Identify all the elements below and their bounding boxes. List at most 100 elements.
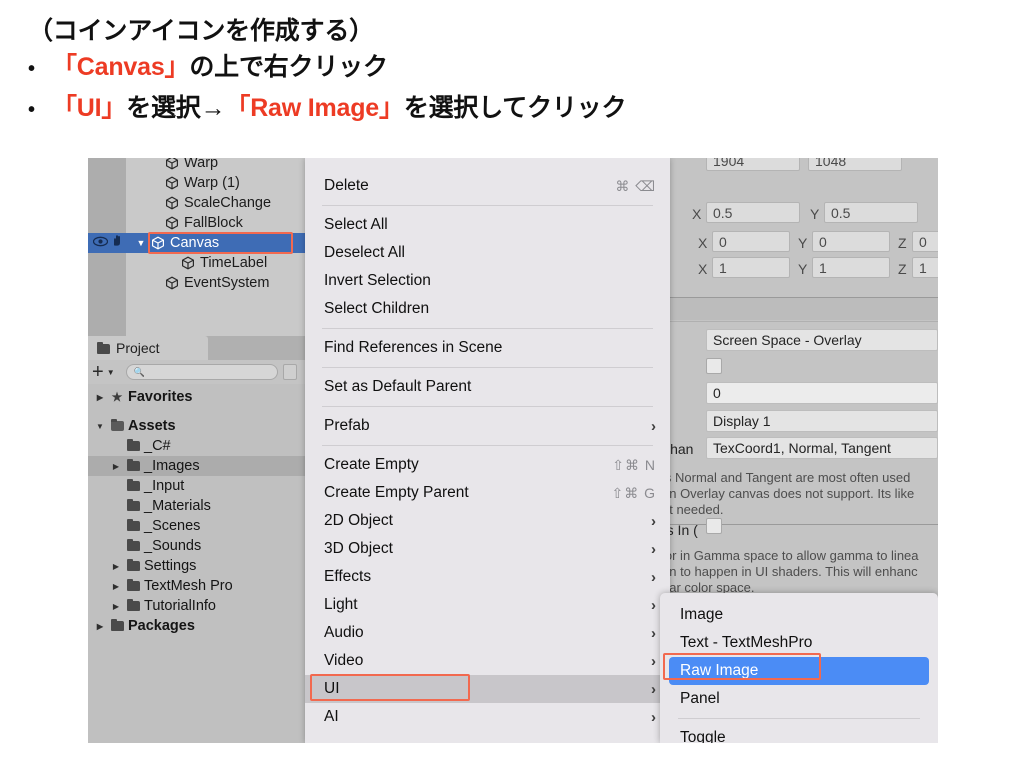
rotation-z-field[interactable]: 0 <box>912 231 938 252</box>
add-asset-button[interactable]: + <box>92 362 104 382</box>
menu-separator <box>322 205 653 206</box>
project-item-settings[interactable]: ▶ Settings <box>88 556 307 576</box>
disclosure-triangle-icon[interactable]: ▼ <box>134 238 148 248</box>
project-item-input[interactable]: _Input <box>88 476 307 496</box>
hierarchy-item-fallblock[interactable]: FallBlock <box>126 213 307 233</box>
project-item-assets[interactable]: ▼ Assets <box>88 416 307 436</box>
pivot-y-field[interactable]: 0.5 <box>824 202 918 223</box>
project-item-favorites[interactable]: ▶ ★ Favorites <box>88 387 307 407</box>
hand-icon[interactable] <box>110 234 123 252</box>
menu-separator <box>322 328 653 329</box>
project-item-sounds[interactable]: _Sounds <box>88 536 307 556</box>
scale-y-field[interactable]: 1 <box>812 257 890 278</box>
project-item-scenes[interactable]: _Scenes <box>88 516 307 536</box>
menu-item-effects[interactable]: Effects › <box>305 563 670 591</box>
menu-item-2d-object[interactable]: 2D Object › <box>305 507 670 535</box>
menu-item-ai[interactable]: AI › <box>305 703 670 731</box>
render-mode-dropdown[interactable]: Screen Space - Overlay <box>706 329 938 351</box>
chevron-down-icon[interactable]: ▼ <box>107 368 115 377</box>
rotation-y-field[interactable]: 0 <box>812 231 890 252</box>
disclosure-triangle-icon[interactable]: ▼ <box>92 422 108 431</box>
menu-item-create-empty[interactable]: Create Empty ⇧⌘ N <box>305 451 670 479</box>
project-item-materials[interactable]: _Materials <box>88 496 307 516</box>
submenu-item-label: Panel <box>680 690 720 707</box>
context-menu-items[interactable]: Delete ⌘ ⌫ Select All Deselect All Invert Se… <box>305 158 670 731</box>
chevron-right-icon: › <box>651 512 656 530</box>
search-filter-button[interactable] <box>282 364 297 380</box>
submenu-item-image[interactable]: Image <box>660 601 938 629</box>
submenu-item-panel[interactable]: Panel <box>660 685 938 713</box>
gameobject-cube-icon <box>148 236 167 250</box>
hierarchy-item-eventsystem[interactable]: EventSystem <box>126 273 307 293</box>
project-item-label: _Scenes <box>144 518 201 534</box>
project-asset-tree[interactable]: ▶ ★ Favorites ▼ Assets _C# ▶ _Images _Input _Mate… <box>88 384 307 743</box>
menu-item-invert-selection[interactable]: Invert Selection <box>305 267 670 295</box>
hierarchy-item-timelabel[interactable]: TimeLabel <box>126 253 307 273</box>
submenu-item-toggle[interactable]: Toggle <box>660 724 938 743</box>
hierarchy-item-warp[interactable]: Warp <box>126 158 307 173</box>
submenu-item-text-textmeshpro[interactable]: Text - TextMeshPro <box>660 629 938 657</box>
menu-item-set-as-default-parent[interactable]: Set as Default Parent <box>305 373 670 401</box>
submenu-item-raw-image[interactable]: Raw Image <box>669 657 929 685</box>
search-input-wrapper[interactable]: 🔍 <box>125 364 278 380</box>
menu-item-audio[interactable]: Audio › <box>305 619 670 647</box>
rect-height-field[interactable]: 1048 <box>808 158 902 171</box>
scale-z-field[interactable]: 1 <box>912 257 938 278</box>
search-input[interactable] <box>144 365 265 379</box>
menu-item-find-references-in-scene[interactable]: Find References in Scene <box>305 334 670 362</box>
project-item-images[interactable]: ▶ _Images <box>88 456 307 476</box>
disclosure-triangle-icon[interactable]: ▶ <box>92 622 108 631</box>
disclosure-triangle-icon[interactable]: ▶ <box>108 562 124 571</box>
folder-open-icon <box>108 418 126 431</box>
ui-submenu-items[interactable]: Image Text - TextMeshPro Raw Image Panel Tog… <box>660 601 938 743</box>
project-item-packages[interactable]: ▶ Packages <box>88 616 307 636</box>
scale-z-label: Z <box>898 261 907 277</box>
project-item-label: Settings <box>144 558 197 574</box>
rotation-x-field[interactable]: 0 <box>712 231 790 252</box>
gameobject-cube-icon <box>162 196 181 210</box>
rect-width-field[interactable]: 1904 <box>706 158 800 171</box>
hierarchy-row-toggles[interactable] <box>90 233 126 253</box>
target-display-dropdown[interactable]: Display 1 <box>706 410 938 432</box>
project-item-c[interactable]: _C# <box>88 436 307 456</box>
pivot-x-field[interactable]: 0.5 <box>706 202 800 223</box>
disclosure-triangle-icon[interactable]: ▶ <box>108 582 124 591</box>
eye-icon[interactable] <box>92 234 109 252</box>
disclosure-triangle-icon[interactable]: ▶ <box>108 462 124 471</box>
menu-separator <box>322 445 653 446</box>
menu-item-video[interactable]: Video › <box>305 647 670 675</box>
disclosure-triangle-icon[interactable]: ▶ <box>92 393 108 402</box>
chevron-right-icon: › <box>651 680 656 698</box>
chevron-right-icon: › <box>651 624 656 642</box>
menu-item-select-all[interactable]: Select All <box>305 211 670 239</box>
menu-item-ui[interactable]: UI › <box>305 675 670 703</box>
hierarchy-context-menu[interactable]: Delete ⌘ ⌫ Select All Deselect All Invert Se… <box>305 158 670 743</box>
menu-item-create-empty-parent[interactable]: Create Empty Parent ⇧⌘ G <box>305 479 670 507</box>
menu-item-light[interactable]: Light › <box>305 591 670 619</box>
scale-x-field[interactable]: 1 <box>712 257 790 278</box>
menu-item-prefab[interactable]: Prefab › <box>305 412 670 440</box>
slide-title: （コインアイコンを作成する） <box>28 17 374 45</box>
tab-project[interactable]: Project <box>88 336 208 360</box>
rotation-y-label: Y <box>798 235 808 251</box>
hierarchy-item-scalechange[interactable]: ScaleChange <box>126 193 307 213</box>
additional-shader-channels-dropdown[interactable]: TexCoord1, Normal, Tangent <box>706 437 938 459</box>
gamma-checkbox[interactable] <box>706 518 722 534</box>
hierarchy-item-warp-1[interactable]: Warp (1) <box>126 173 307 193</box>
project-item-tutorialinfo[interactable]: ▶ TutorialInfo <box>88 596 307 616</box>
hierarchy-item-label: Warp (1) <box>184 175 240 191</box>
menu-item-label: Light <box>324 596 358 613</box>
sort-order-field[interactable]: 0 <box>706 382 938 404</box>
bullet-item-2: • 「UI」 を選択→ 「Raw Image」 を選択してクリック <box>26 89 1024 130</box>
menu-item-deselect-all[interactable]: Deselect All <box>305 239 670 267</box>
menu-item-label: Effects <box>324 568 372 585</box>
disclosure-triangle-icon[interactable]: ▶ <box>108 602 124 611</box>
project-item-textmesh-pro[interactable]: ▶ TextMesh Pro <box>88 576 307 596</box>
menu-item-3d-object[interactable]: 3D Object › <box>305 535 670 563</box>
gamma-help-line-1: lor in Gamma space to allow gamma to lin… <box>662 548 919 563</box>
ui-submenu[interactable]: Image Text - TextMeshPro Raw Image Panel Tog… <box>660 593 938 743</box>
pixel-perfect-checkbox[interactable] <box>706 358 722 374</box>
menu-item-delete[interactable]: Delete ⌘ ⌫ <box>305 172 670 200</box>
menu-item-select-children[interactable]: Select Children <box>305 295 670 323</box>
gameobject-cube-icon <box>162 216 181 230</box>
